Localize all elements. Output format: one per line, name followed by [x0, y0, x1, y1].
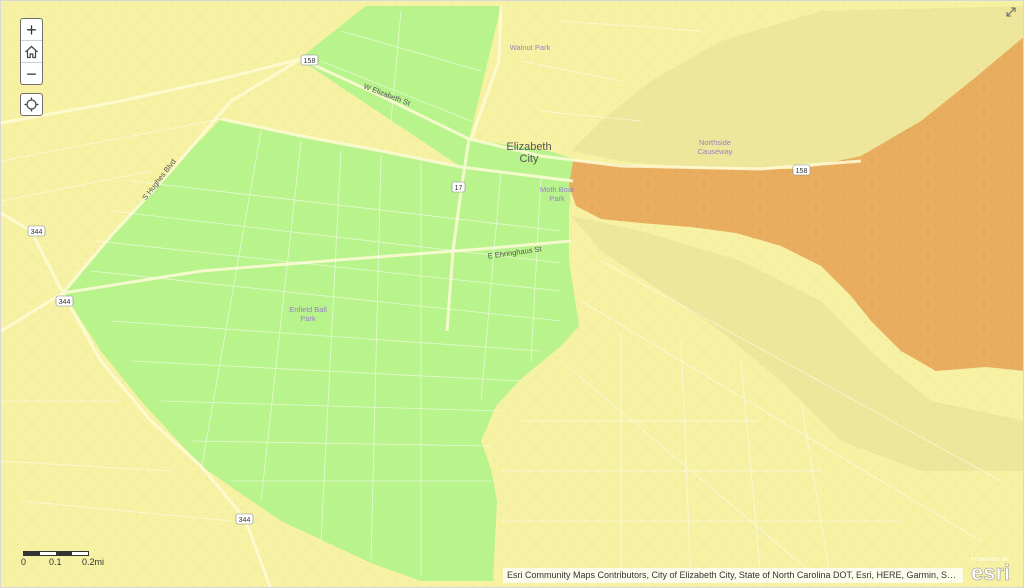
us158-east-shield: 158	[792, 164, 811, 176]
map-attribution[interactable]: Esri Community Maps Contributors, City o…	[503, 568, 963, 583]
svg-text:344: 344	[31, 229, 43, 236]
svg-text:344: 344	[239, 517, 251, 524]
zoom-controls: + −	[20, 18, 43, 85]
walnut-park-label: Walnut Park	[510, 43, 551, 52]
enfield-ball-park-line2: Park	[300, 314, 316, 323]
scale-label-0: 0	[21, 557, 27, 567]
svg-text:158: 158	[796, 168, 808, 175]
svg-text:158: 158	[304, 58, 316, 65]
svg-text:344: 344	[59, 299, 71, 306]
moth-boat-park-line1: Moth Boat	[540, 185, 575, 194]
svg-text:17: 17	[455, 185, 463, 192]
nc344-south-shield: 344	[235, 513, 254, 525]
locate-button[interactable]	[20, 93, 43, 116]
zoom-in-button[interactable]: +	[21, 19, 42, 40]
city-label-line1: Elizabeth	[506, 141, 551, 153]
zoom-out-button[interactable]: −	[21, 62, 42, 84]
locate-icon	[24, 97, 39, 112]
expand-icon[interactable]	[1005, 6, 1017, 18]
map-view[interactable]: 158 158 17 344 344 344 Elizabeth City Wa…	[0, 0, 1024, 588]
scale-bar	[23, 551, 89, 556]
home-button[interactable]	[21, 40, 42, 62]
scale-label-2: 0.2mi	[82, 557, 105, 567]
us158-west-shield: 158	[300, 54, 319, 66]
map-canvas[interactable]: 158 158 17 344 344 344 Elizabeth City Wa…	[1, 1, 1024, 588]
us17-shield: 17	[451, 181, 466, 193]
city-label-line2: City	[520, 153, 539, 165]
enfield-ball-park-line1: Enfield Ball	[289, 305, 327, 314]
home-icon	[25, 45, 38, 58]
scale-label-1: 0.1	[49, 557, 62, 567]
nc344-north-shield: 344	[27, 225, 46, 237]
moth-boat-park-line2: Park	[549, 194, 565, 203]
northside-causeway-line1: Northside	[699, 138, 731, 147]
nc344-mid-shield: 344	[55, 295, 74, 307]
esri-wordmark: esri	[971, 560, 1011, 586]
northside-causeway-line2: Causeway	[697, 147, 732, 156]
esri-logo[interactable]: POWERED BY esri	[967, 557, 1019, 585]
